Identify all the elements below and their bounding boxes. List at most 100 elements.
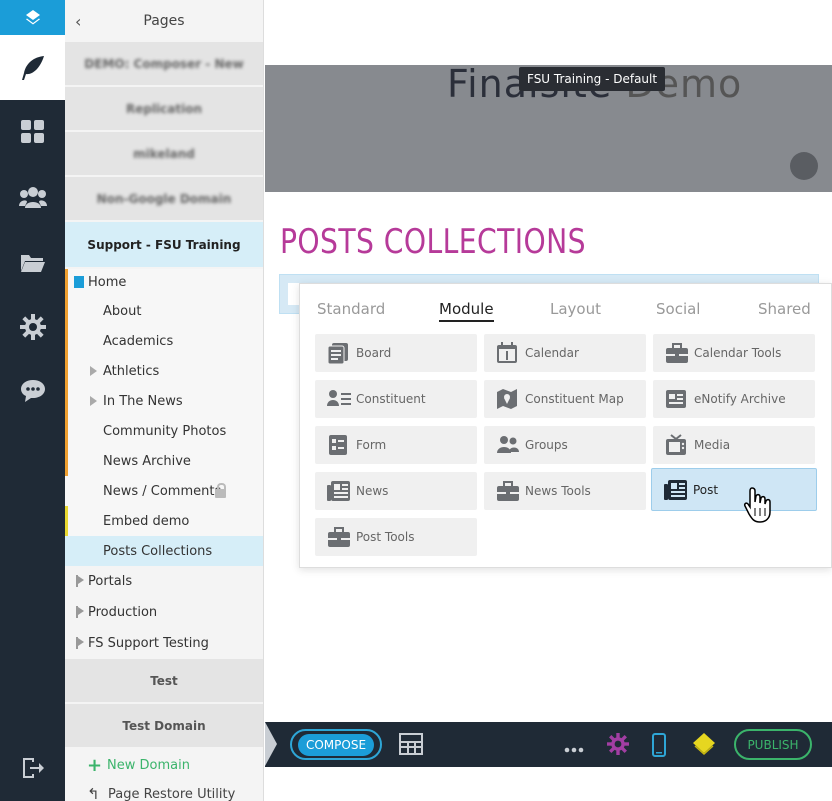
module-tile-board[interactable]: Board bbox=[315, 334, 477, 372]
module-tile-calendar[interactable]: Calendar bbox=[484, 334, 646, 372]
layers-button[interactable] bbox=[0, 0, 65, 35]
hand-cursor-icon bbox=[743, 486, 773, 524]
feather-icon bbox=[21, 55, 44, 80]
canvas-bottom-area bbox=[265, 767, 832, 801]
tree-item[interactable]: Academics bbox=[65, 326, 263, 356]
domain-item-active[interactable]: Support - FSU Training bbox=[65, 222, 263, 267]
settings-nav-button[interactable] bbox=[0, 307, 65, 347]
tree-item[interactable]: In The News bbox=[65, 386, 263, 416]
domain-item[interactable]: DEMO: Composer - New bbox=[65, 42, 263, 85]
module-tile-enotify-archive[interactable]: eNotify Archive bbox=[653, 380, 815, 418]
tab-social[interactable]: Social bbox=[656, 300, 700, 318]
tree-item-label: Community Photos bbox=[103, 423, 227, 439]
newspaper-icon bbox=[664, 479, 687, 501]
layers-diamond-icon[interactable] bbox=[692, 732, 716, 760]
circle-button[interactable] bbox=[790, 152, 818, 180]
settings-gear-icon[interactable] bbox=[607, 733, 629, 759]
users-nav-button[interactable] bbox=[0, 177, 65, 217]
domain-label: DEMO: Composer - New bbox=[84, 56, 244, 71]
logout-icon bbox=[22, 758, 44, 778]
more-icon[interactable] bbox=[564, 742, 584, 757]
tab-standard[interactable]: Standard bbox=[317, 300, 385, 318]
gear-icon bbox=[19, 314, 46, 340]
tree-item[interactable]: News / Comments bbox=[65, 476, 263, 506]
domain-item[interactable]: Test Domain bbox=[65, 704, 263, 747]
module-tile-news-tools[interactable]: News Tools bbox=[484, 472, 646, 510]
bottom-toolbar: COMPOSE PUBLISH bbox=[265, 722, 832, 767]
plus-icon: + bbox=[87, 754, 103, 776]
chevron-left-icon[interactable]: ‹ bbox=[75, 12, 81, 31]
new-domain-button[interactable]: + New Domain bbox=[65, 752, 263, 778]
tree-item[interactable]: Athletics bbox=[65, 356, 263, 386]
tab-shared[interactable]: Shared bbox=[758, 300, 811, 318]
newspaper-icon bbox=[327, 480, 350, 502]
module-tile-post[interactable]: Post bbox=[651, 468, 817, 511]
tooltip: FSU Training - Default bbox=[519, 67, 666, 91]
module-tile-label: Groups bbox=[525, 438, 568, 452]
domain-tree-label: Production bbox=[88, 605, 158, 620]
module-tile-label: Board bbox=[356, 346, 392, 360]
tree-item[interactable]: News Archive bbox=[65, 446, 263, 476]
pages-title: Pages bbox=[143, 13, 185, 29]
picker-tabs: Standard Module Layout Social Shared bbox=[300, 284, 831, 328]
mobile-icon[interactable] bbox=[652, 733, 666, 761]
app-rail bbox=[0, 0, 65, 801]
module-tile-form[interactable]: Form bbox=[315, 426, 477, 464]
chat-nav-button[interactable] bbox=[0, 371, 65, 411]
domain-tree-item[interactable]: Portals bbox=[65, 566, 263, 597]
chat-icon bbox=[20, 380, 45, 402]
tree-item[interactable]: About bbox=[65, 296, 263, 326]
page-restore-label: Page Restore Utility bbox=[108, 786, 236, 801]
tree-item-label: Academics bbox=[103, 333, 174, 349]
domain-item[interactable]: Replication bbox=[65, 87, 263, 130]
domain-item[interactable]: mikeland bbox=[65, 132, 263, 175]
expand-triangle-icon[interactable] bbox=[90, 396, 97, 406]
toolbox-icon bbox=[665, 342, 688, 364]
compose-button[interactable]: COMPOSE bbox=[290, 729, 382, 760]
logout-button[interactable] bbox=[0, 748, 65, 788]
module-tile-constituent-map[interactable]: Constituent Map bbox=[484, 380, 646, 418]
module-tile-media[interactable]: Media bbox=[653, 426, 815, 464]
tree-item-selected[interactable]: Posts Collections bbox=[65, 536, 263, 566]
domain-flag-icon bbox=[76, 637, 85, 649]
module-tile-label: Calendar bbox=[525, 346, 579, 360]
domain-item[interactable]: Test bbox=[65, 659, 263, 702]
expand-triangle-icon[interactable] bbox=[90, 366, 97, 376]
toolbar-collapse-tab[interactable] bbox=[265, 722, 277, 766]
tree-item-label: News Archive bbox=[103, 453, 191, 469]
folder-icon bbox=[20, 255, 45, 272]
page-icon bbox=[74, 276, 84, 288]
calendar-icon bbox=[496, 342, 518, 364]
domain-item[interactable]: Non-Google Domain bbox=[65, 177, 263, 220]
module-tile-label: News Tools bbox=[525, 484, 591, 498]
layout-icon[interactable] bbox=[399, 733, 423, 759]
files-nav-button[interactable] bbox=[0, 242, 65, 282]
module-tile-news[interactable]: News bbox=[315, 472, 477, 510]
modules-nav-button[interactable] bbox=[0, 112, 65, 152]
domain-tree-item[interactable]: FS Support Testing bbox=[65, 628, 263, 659]
page-restore-button[interactable]: ↰ Page Restore Utility bbox=[65, 781, 263, 801]
module-tile-label: Form bbox=[356, 438, 387, 452]
module-tile-post-tools[interactable]: Post Tools bbox=[315, 518, 477, 556]
module-tile-label: Calendar Tools bbox=[694, 346, 782, 360]
layers-icon bbox=[25, 9, 40, 24]
tree-item-home[interactable]: Home bbox=[65, 269, 263, 296]
module-tile-calendar-tools[interactable]: Calendar Tools bbox=[653, 334, 815, 372]
module-tile-constituent[interactable]: Constituent bbox=[315, 380, 477, 418]
tree-item[interactable]: Embed demo bbox=[65, 506, 263, 536]
tree-item-label: News / Comments bbox=[103, 483, 222, 499]
module-tile-label: Constituent bbox=[356, 392, 426, 406]
tree-item[interactable]: Community Photos bbox=[65, 416, 263, 446]
domain-tree-item[interactable]: Production bbox=[65, 597, 263, 628]
module-tile-label: eNotify Archive bbox=[694, 392, 786, 406]
tree-item-label: In The News bbox=[103, 393, 183, 409]
composer-button[interactable] bbox=[0, 35, 65, 100]
tab-module[interactable]: Module bbox=[439, 300, 494, 322]
domain-label: Test bbox=[150, 673, 178, 688]
publish-button[interactable]: PUBLISH bbox=[734, 729, 812, 760]
module-tile-label: Post Tools bbox=[356, 530, 415, 544]
tree-item-label: Posts Collections bbox=[103, 543, 213, 559]
domain-flag-icon bbox=[76, 575, 85, 587]
module-tile-groups[interactable]: Groups bbox=[484, 426, 646, 464]
tab-layout[interactable]: Layout bbox=[550, 300, 601, 318]
